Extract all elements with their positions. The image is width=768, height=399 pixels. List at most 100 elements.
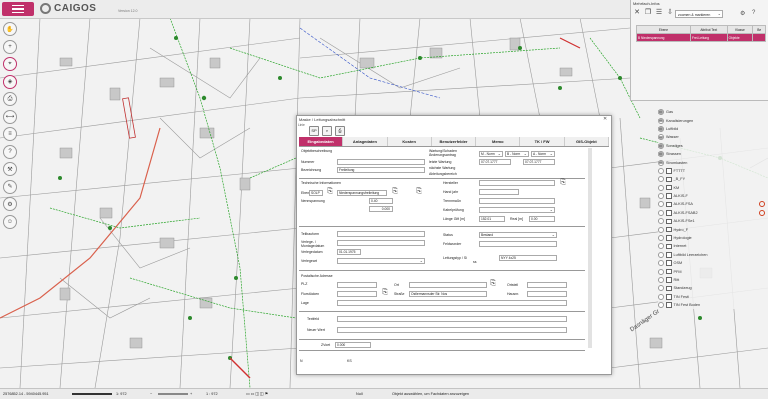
teilbauform-field[interactable] bbox=[337, 231, 425, 237]
trennmaske-field[interactable] bbox=[479, 198, 555, 204]
hersteller-field[interactable] bbox=[479, 180, 555, 186]
measure-icon[interactable]: ⟷ bbox=[3, 109, 17, 124]
visibility-icon[interactable] bbox=[658, 302, 664, 309]
layer-checkbox[interactable] bbox=[666, 210, 672, 216]
info-select-icon[interactable]: ◈ bbox=[3, 74, 17, 89]
user-icon[interactable]: ☺ bbox=[3, 214, 17, 229]
tab-benutzerfelder[interactable]: Benutzerfelder bbox=[432, 137, 477, 146]
visibility-icon[interactable] bbox=[658, 293, 664, 300]
layer-item[interactable]: ALKIS-FSe1 bbox=[658, 217, 768, 225]
save-icon[interactable]: SP bbox=[309, 126, 319, 136]
visibility-icon[interactable] bbox=[658, 251, 664, 258]
layers-icon[interactable]: ≡ bbox=[3, 127, 17, 141]
laenge-field[interactable]: 152.01 bbox=[479, 216, 505, 222]
col-header[interactable]: Attribut Text bbox=[689, 25, 728, 34]
naechste-wartung-field[interactable]: 07.07.1777 bbox=[523, 159, 555, 165]
layer-group[interactable]: Gas bbox=[658, 108, 768, 116]
ebene-name-field[interactable]: Niederspannungsfreileitung bbox=[337, 190, 387, 196]
zoom-in-icon[interactable]: + bbox=[3, 39, 17, 54]
strasse-field[interactable]: Ostlermannsder Str. Nos bbox=[409, 291, 487, 297]
document-icon[interactable]: ⎘ bbox=[326, 188, 334, 196]
wartung-select-3[interactable]: A - Norm bbox=[531, 151, 555, 157]
visibility-icon[interactable] bbox=[658, 226, 664, 233]
document-icon[interactable]: ⎘ bbox=[381, 289, 389, 297]
hand-icon[interactable]: ✋ bbox=[3, 22, 17, 36]
visibility-icon[interactable] bbox=[658, 285, 664, 292]
print-icon[interactable]: ⎙ bbox=[335, 126, 345, 136]
wartung-select-2[interactable]: B - Norm bbox=[505, 151, 529, 157]
visibility-icon[interactable] bbox=[658, 193, 664, 200]
visibility-icon[interactable] bbox=[658, 167, 664, 174]
layer-checkbox[interactable] bbox=[666, 168, 672, 174]
layer-checkbox[interactable] bbox=[666, 235, 672, 241]
visibility-icon[interactable] bbox=[658, 209, 664, 216]
print-icon[interactable]: ⎙ bbox=[3, 92, 17, 106]
leitungstyp-field[interactable]: NYY 4x25 bbox=[499, 255, 557, 261]
layer-item[interactable]: OSM bbox=[658, 259, 768, 267]
gear-icon[interactable]: ⚙ bbox=[740, 10, 745, 17]
zoom-slider[interactable] bbox=[158, 393, 188, 395]
copy-icon[interactable]: ❐ bbox=[644, 9, 652, 17]
layer-checkbox[interactable] bbox=[666, 294, 672, 300]
flurstuecke-field[interactable] bbox=[337, 291, 377, 297]
help-circle-icon[interactable]: ? bbox=[752, 10, 755, 16]
lage-field[interactable] bbox=[337, 300, 567, 306]
document-icon[interactable]: ⎘ bbox=[391, 188, 399, 196]
wartung-select-1[interactable]: M - Norm bbox=[479, 151, 503, 157]
layer-item[interactable]: Standzeug bbox=[658, 284, 768, 292]
layer-checkbox[interactable] bbox=[666, 243, 672, 250]
layer-item[interactable]: Hydro_F bbox=[658, 225, 768, 233]
layer-item[interactable]: ALKIS-F bbox=[658, 192, 768, 200]
table-row[interactable]: B Niederspannung Frei-Leitung Objekte bbox=[636, 33, 766, 42]
layer-item[interactable]: _B_FY bbox=[658, 175, 768, 183]
zvoet-field[interactable]: 0.000 bbox=[335, 342, 371, 348]
nennspannung-field-2[interactable]: 0.000 bbox=[369, 206, 393, 212]
layer-checkbox[interactable] bbox=[666, 302, 672, 308]
export-icon[interactable]: ⇩ bbox=[666, 9, 674, 17]
settings-icon[interactable]: ⚙ bbox=[3, 197, 17, 211]
layer-checkbox[interactable] bbox=[666, 201, 672, 208]
visibility-icon[interactable] bbox=[658, 277, 664, 283]
verlege-field[interactable] bbox=[337, 240, 425, 246]
letzte-wartung-field[interactable]: 07.07.1777 bbox=[479, 159, 511, 165]
verlegedatum-field[interactable]: 01.01.1975 bbox=[337, 249, 361, 255]
kabeltyp-select[interactable] bbox=[479, 207, 555, 213]
list-icon[interactable]: ☰ bbox=[655, 9, 663, 17]
layer-item[interactable]: TIN Festi bbox=[658, 293, 768, 301]
visibility-icon[interactable] bbox=[658, 176, 664, 183]
tab-memo[interactable]: Memo bbox=[476, 137, 521, 146]
status-select[interactable]: Bestand bbox=[479, 232, 557, 238]
layer-group[interactable]: Stromkasten bbox=[658, 158, 768, 166]
col-header[interactable]: Be bbox=[752, 25, 766, 34]
layer-checkbox[interactable] bbox=[666, 193, 672, 199]
visibility-icon[interactable] bbox=[658, 184, 664, 191]
layer-checkbox[interactable] bbox=[666, 176, 672, 183]
ebene-code-field[interactable]: SOLP bbox=[309, 190, 323, 196]
layer-checkbox[interactable] bbox=[666, 252, 672, 258]
zoom-mode-select[interactable]: zoomen & markieren bbox=[675, 10, 723, 18]
visibility-icon[interactable] bbox=[658, 201, 664, 208]
ortsteil-field[interactable] bbox=[527, 282, 567, 288]
document-icon[interactable]: ⎘ bbox=[489, 280, 497, 288]
select-icon[interactable]: ⌖ bbox=[3, 57, 17, 71]
nennspannung-field[interactable]: 0.40 bbox=[369, 198, 393, 204]
layer-item[interactable]: FTTTT bbox=[658, 167, 768, 175]
ort-field[interactable] bbox=[409, 282, 487, 288]
layer-group[interactable]: Sonstiges bbox=[658, 142, 768, 150]
layer-group[interactable]: Wasser bbox=[658, 133, 768, 141]
layer-item[interactable]: ALKIS-FSAB2 bbox=[658, 209, 768, 217]
document-icon[interactable]: ⎘ bbox=[559, 179, 567, 187]
tab-anlagedaten[interactable]: Anlagedaten bbox=[343, 137, 388, 146]
edit-icon[interactable]: ✎ bbox=[3, 179, 17, 194]
layer-checkbox[interactable] bbox=[666, 260, 672, 266]
neuer-wert-field[interactable] bbox=[337, 327, 567, 333]
layer-checkbox[interactable] bbox=[666, 268, 672, 275]
plz-field[interactable] bbox=[337, 282, 377, 288]
visibility-icon[interactable] bbox=[658, 268, 664, 275]
layer-group[interactable]: Strassen bbox=[658, 150, 768, 158]
layer-checkbox[interactable] bbox=[666, 277, 672, 283]
tab-tk-fw[interactable]: TK / FW bbox=[520, 137, 565, 146]
layer-item[interactable]: Ritt bbox=[658, 276, 768, 284]
tab-gis-objekt[interactable]: GIS-Objekt bbox=[565, 137, 609, 146]
layer-item[interactable]: PFM bbox=[658, 267, 768, 275]
